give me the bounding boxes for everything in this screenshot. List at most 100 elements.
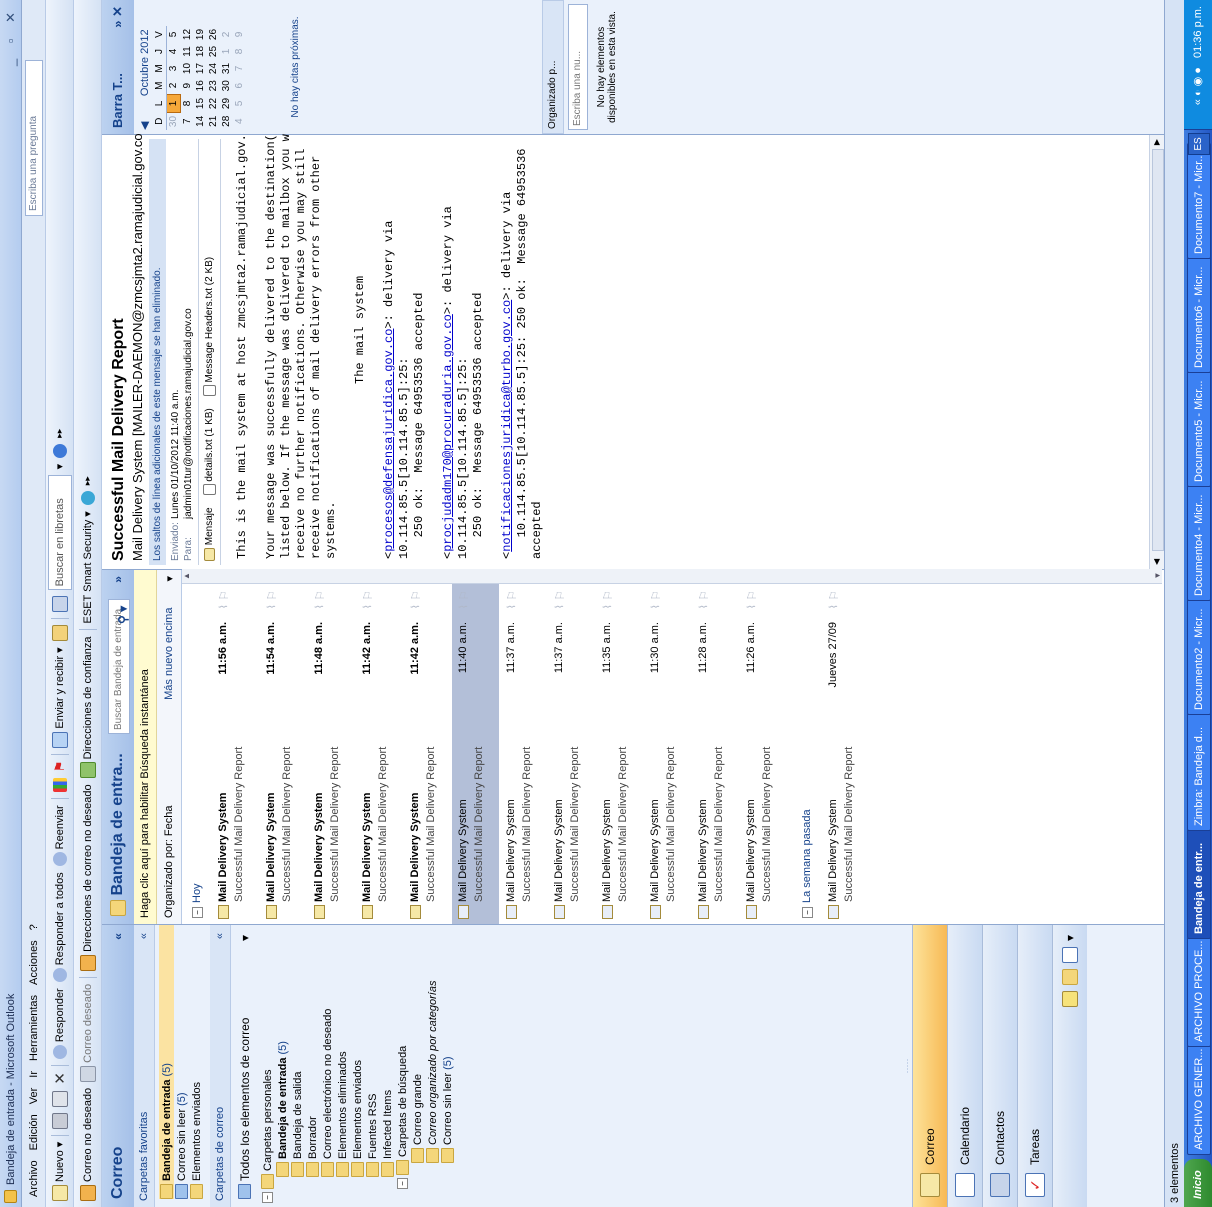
notes-icon[interactable] [1062, 991, 1078, 1008]
calendar-day[interactable]: 4 [233, 113, 246, 131]
mail-folders-header[interactable]: Carpetas de correo « [210, 925, 231, 1207]
folder-item[interactable]: Correo electrónico no deseado [320, 925, 335, 1203]
forward-button[interactable]: Reenviar [49, 805, 71, 867]
calendar-day[interactable]: 8 [233, 43, 246, 60]
expand-icon[interactable]: » [102, 576, 134, 583]
flag-icon[interactable]: ⚐ [361, 590, 375, 601]
calendar-day[interactable]: 15 [194, 95, 207, 113]
calendar-day[interactable]: 2 [220, 26, 233, 43]
calendar-day[interactable]: 18 [194, 43, 207, 60]
collapse-group-icon[interactable]: − [191, 907, 203, 918]
expand-collapse-icon[interactable]: − [262, 1192, 273, 1203]
search-books-field[interactable]: Buscar en libretas [47, 475, 72, 591]
task-arranged[interactable]: Organizado p... [542, 0, 564, 134]
message-row[interactable]: Mail Delivery System Successful Mail Deli… [260, 584, 307, 924]
calendar-day[interactable]: 7 [181, 113, 195, 131]
fav-inbox[interactable]: Bandeja de entrada (5) [159, 925, 174, 1199]
search-icon[interactable]: ⚲ ▾ [107, 606, 139, 624]
calendar-day[interactable]: 29 [220, 95, 233, 113]
eset-button[interactable]: ESET Smart Security ▾ [77, 511, 99, 623]
flag-icon[interactable]: ⚐ [409, 590, 423, 601]
list-scrollbar[interactable]: ▲ ▼ [182, 569, 1162, 584]
calendar-day[interactable]: 30 [167, 113, 181, 131]
calendar-day[interactable]: 14 [194, 113, 207, 131]
calendar-day[interactable]: 30 [220, 77, 233, 95]
collapse-nav-icon[interactable]: « [102, 933, 134, 940]
move-button[interactable] [49, 1090, 71, 1107]
reply-button[interactable]: Responder [49, 988, 71, 1060]
calendar-day[interactable]: 26 [207, 26, 220, 43]
info-bar[interactable]: Los saltos de línea adicionales de este … [149, 139, 166, 565]
shortcuts-icon[interactable] [1062, 947, 1078, 964]
folder-list-icon[interactable] [1062, 969, 1078, 986]
splitter-grip[interactable]: ····· [902, 925, 912, 1207]
folder-item[interactable]: Elementos eliminados [335, 925, 350, 1203]
taskbar-item[interactable]: Documento6 - Micr... [1187, 257, 1211, 373]
message-row[interactable]: Mail Delivery System Successful Mail Deli… [596, 584, 643, 924]
toolbar-options[interactable]: ▸▸ [49, 429, 71, 438]
taskbar-item[interactable]: Bandeja de entr... [1187, 829, 1211, 939]
attachment-message[interactable]: Mensaje [203, 507, 215, 561]
folder-item[interactable]: Bandeja de entrada (5) [275, 925, 290, 1203]
nav-button-contacts[interactable]: Contactos [982, 925, 1017, 1207]
attachment-details[interactable]: details.txt (1 KB) [203, 408, 216, 496]
group-header[interactable]: − Hoy [186, 584, 208, 924]
fav-sent[interactable]: Elementos enviados [189, 925, 204, 1199]
print-button[interactable] [49, 1112, 71, 1129]
start-button[interactable]: Inicio [1184, 1159, 1212, 1207]
recipient-link[interactable]: procjudadm170@procuraduria.gov.co [441, 314, 455, 552]
address-book-button[interactable] [49, 596, 71, 613]
taskbar-item[interactable]: Documento4 - Micr... [1187, 485, 1211, 601]
junk-mail-button[interactable]: Correo no deseado [77, 1088, 99, 1201]
flag-icon[interactable]: ⚐ [697, 590, 711, 601]
message-row[interactable]: Mail Delivery System Successful Mail Deli… [500, 584, 547, 924]
flag-icon[interactable]: ⚐ [745, 590, 759, 601]
message-row[interactable]: Mail Delivery System Successful Mail Deli… [452, 584, 499, 924]
prev-month-icon[interactable]: ◀ [138, 122, 151, 130]
calendar-day[interactable]: 4 [167, 43, 181, 60]
flag-icon[interactable]: ⚐ [505, 590, 519, 601]
favorites-header[interactable]: Carpetas favoritas « [134, 925, 155, 1207]
flag-icon[interactable]: ⚐ [217, 590, 231, 601]
categorize-button[interactable] [49, 778, 71, 793]
message-row[interactable]: Mail Delivery System Successful Mail Deli… [356, 584, 403, 924]
trusted-directions-button[interactable]: Direcciones de confianza [77, 636, 99, 779]
find-button[interactable] [49, 625, 71, 642]
calendar-day[interactable]: 19 [194, 26, 207, 43]
calendar-day[interactable]: 10 [181, 60, 195, 77]
sort-order[interactable]: Más nuevo encima [163, 608, 175, 700]
menu-ir[interactable]: Ir [28, 1071, 40, 1078]
flag-icon[interactable]: ⚐ [553, 590, 567, 601]
calendar-day[interactable]: 6 [233, 77, 246, 95]
dropdown-arrow-icon[interactable]: ▾ [238, 935, 252, 941]
message-row[interactable]: Mail Delivery System Successful Mail Deli… [822, 584, 869, 924]
taskbar-item[interactable]: Documento7 - Micr... [1187, 143, 1211, 259]
folder-item[interactable]: Borrador [305, 925, 320, 1203]
attachment-headers[interactable]: Message Headers.txt (2 KB) [203, 257, 216, 397]
message-row[interactable]: Mail Delivery System Successful Mail Deli… [308, 584, 355, 924]
fav-unread[interactable]: Correo sin leer (5) [174, 925, 189, 1199]
collapse-group-icon[interactable]: − [801, 907, 813, 918]
taskbar-item[interactable]: Zimbra: Bandeja d... [1187, 713, 1211, 831]
reply-all-button[interactable]: Responder a todos [49, 872, 71, 983]
flag-icon[interactable]: ⚐ [649, 590, 663, 601]
calendar-day[interactable]: 21 [207, 113, 220, 131]
taskbar-item[interactable]: Documento2 - Micr... [1187, 599, 1211, 715]
junk-directions-button[interactable]: Direcciones de correo no deseado [77, 784, 99, 971]
message-row[interactable]: Mail Delivery System Successful Mail Deli… [692, 584, 739, 924]
folder-item[interactable]: − Carpetas personales [260, 925, 275, 1203]
folder-item[interactable]: Correo sin leer (5) [440, 925, 455, 1203]
eset-icon[interactable] [77, 491, 99, 506]
not-junk-button[interactable]: Correo deseado [77, 984, 99, 1082]
calendar-day[interactable]: 22 [207, 95, 220, 113]
message-row[interactable]: Mail Delivery System Successful Mail Deli… [548, 584, 595, 924]
send-receive-button[interactable]: Enviar y recibir ▾ [49, 647, 71, 748]
calendar-day[interactable]: 5 [167, 26, 181, 43]
folder-item[interactable]: Fuentes RSS [365, 925, 380, 1203]
calendar-day[interactable]: 7 [233, 60, 246, 77]
flag-icon[interactable]: ⚐ [827, 590, 841, 601]
toolbar-options[interactable]: ▸▸ [77, 476, 99, 485]
new-button[interactable]: Nuevo ▾ [49, 1142, 71, 1201]
search-books-dropdown[interactable]: ▾ [49, 464, 71, 470]
delete-button[interactable]: ✕ [49, 1072, 71, 1085]
